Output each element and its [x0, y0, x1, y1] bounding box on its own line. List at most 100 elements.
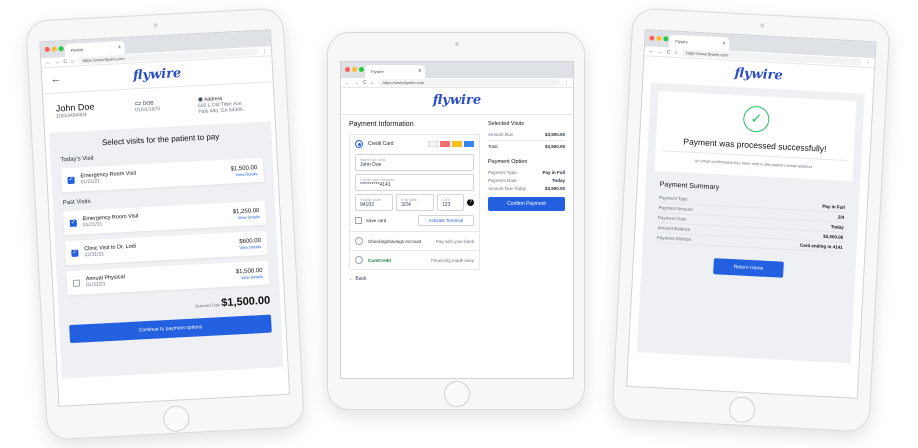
checking-hint: Pay with your bank	[435, 238, 474, 244]
left-tablet: Flywire x ← → C ⌂ https://www.flywire.com…	[25, 7, 305, 441]
credit-card-label: Credit Card	[368, 141, 394, 147]
card-number-field[interactable]: Credit card number **********4141	[355, 174, 474, 191]
reload-icon[interactable]: C	[363, 80, 367, 86]
summary-label: Payment Type	[658, 195, 688, 202]
postal-code-field[interactable]: Postal code 94103	[355, 194, 394, 211]
visits-panel: Select visits for the patient to pay Tod…	[49, 121, 284, 379]
view-details-link[interactable]: View Details	[233, 214, 260, 220]
amex-icon	[463, 141, 474, 147]
card-brands	[427, 141, 474, 147]
browser-tabbar: Flywire x	[341, 62, 573, 78]
reload-icon[interactable]: C	[63, 58, 67, 64]
help-icon[interactable]: ?	[466, 199, 474, 206]
summary-value: Today	[830, 224, 844, 230]
summary-value: 2/4	[837, 214, 845, 220]
confirm-payment-button[interactable]: Confirm Payment	[487, 197, 565, 211]
menu-icon[interactable]: ⋮	[262, 48, 267, 54]
summary-value: $3,500.00	[823, 233, 844, 240]
payment-type-label: Payment Type	[487, 170, 517, 175]
view-details-link[interactable]: View Details	[239, 243, 261, 249]
summary-label: Payment Method	[656, 235, 692, 242]
url-field[interactable]: https://www.flywire.com	[377, 79, 560, 86]
payment-date: Today	[552, 178, 565, 183]
discover-icon	[451, 141, 462, 147]
right-tablet: Flywire x ← → C ⌂ https://www.flywire.com…	[611, 7, 891, 433]
home-button[interactable]	[728, 396, 756, 424]
payment-type: Pay in Full	[542, 170, 565, 175]
visit-checkbox[interactable]: ✓	[67, 176, 75, 184]
return-home-button[interactable]: Return Home	[713, 258, 784, 278]
save-card-label: Save card	[366, 218, 387, 223]
stage: Flywire x ← → C ⌂ https://www.flywire.com…	[0, 0, 918, 448]
name-on-card-field[interactable]: Name on card John Doe	[355, 154, 474, 171]
camera	[455, 42, 459, 46]
success-check-icon: ✓	[742, 105, 770, 133]
visit-checkbox[interactable]: ✓	[69, 219, 77, 227]
continue-button[interactable]: Continue to payment options	[69, 314, 272, 344]
browser-tab[interactable]: Flywire x	[365, 65, 425, 78]
payment-methods: Credit Card Name on card John Doe Credit …	[349, 134, 480, 270]
payment-title: Payment Information	[349, 121, 414, 128]
home-icon[interactable]: ⌂	[71, 58, 74, 64]
visit-checkbox[interactable]	[72, 279, 81, 287]
flywire-logo: flywire	[341, 88, 573, 115]
camera	[760, 23, 765, 28]
visit-card[interactable]: ✓ Emergency Room Visit 01/21/21 $1,250.0…	[63, 200, 267, 236]
selected-total-label: Selected Total	[194, 302, 221, 309]
amount-due: $3,500.00	[544, 132, 565, 137]
cvv-field[interactable]: CVV 123	[437, 194, 464, 211]
view-details-link[interactable]: View Details	[231, 171, 257, 177]
credit-card-radio[interactable]	[355, 140, 363, 148]
checking-radio[interactable]	[355, 237, 363, 245]
forward-nav-icon[interactable]: →	[658, 48, 663, 54]
activate-terminal-button[interactable]: Activate Terminal	[417, 215, 474, 226]
success-panel: ✓ Payment was processed successfully! An…	[636, 82, 865, 364]
address-bar: ← → C ⌂ https://www.flywire.com ⋮	[341, 78, 573, 88]
payment-option-title: Payment Option	[487, 159, 528, 165]
back-nav-icon[interactable]: ←	[345, 80, 350, 86]
forward-nav-icon[interactable]: →	[354, 80, 359, 86]
checking-label: Checking/Savings Account	[368, 238, 422, 244]
visit-checkbox[interactable]: ✓	[71, 249, 79, 257]
selected-visits-title: Selected Visits	[487, 121, 524, 127]
back-nav-icon[interactable]: ←	[649, 48, 654, 54]
home-icon[interactable]: ⌂	[371, 80, 374, 86]
due-today-label: Amount Due Today	[487, 186, 527, 191]
summary-value: Card ending in 4141	[799, 242, 843, 250]
middle-screen: Flywire x ← → C ⌂ https://www.flywire.com…	[340, 61, 574, 379]
due-today: $3,500.00	[544, 186, 565, 191]
home-button[interactable]	[162, 405, 190, 433]
selected-total: $1,500.00	[220, 294, 271, 310]
summary-label: Payment Amount	[658, 205, 693, 212]
reload-icon[interactable]: C	[667, 49, 671, 55]
right-screen: Flywire x ← → C ⌂ https://www.flywire.com…	[626, 29, 877, 399]
summary-label: Payment Date	[657, 215, 687, 222]
exp-date-field[interactable]: Exp date 3/24	[396, 194, 435, 211]
save-card-checkbox[interactable]	[355, 217, 362, 224]
visits-heading: Select visits for the patient to pay	[101, 132, 220, 148]
visa-icon	[427, 141, 438, 147]
carecredit-hint: Financing made easy	[431, 257, 474, 263]
home-icon[interactable]: ⌂	[674, 49, 677, 55]
forward-nav-icon[interactable]: →	[54, 59, 59, 65]
mastercard-icon	[439, 141, 450, 147]
back-nav-icon[interactable]: ←	[45, 59, 50, 65]
home-button[interactable]	[444, 381, 470, 407]
visit-card[interactable]: ✓ Emergency Room Visit 01/21/21 $1,500.0…	[60, 157, 264, 193]
carecredit-radio[interactable]	[355, 256, 363, 264]
left-screen: Flywire x ← → C ⌂ https://www.flywire.com…	[39, 29, 291, 407]
carecredit-logo: CareCredit	[368, 257, 392, 263]
menu-icon[interactable]: ⋮	[865, 59, 870, 65]
total-label: Total	[487, 144, 498, 149]
back-link[interactable]: ← Back	[349, 276, 480, 282]
back-arrow-icon[interactable]: ←	[50, 73, 62, 86]
summary-value: Pay in Full	[822, 203, 845, 210]
visit-card[interactable]: ✓ Clinic Visit to Dr. Lodi 12/31/21 $600…	[64, 230, 268, 266]
view-details-link[interactable]: View Details	[236, 273, 263, 279]
menu-icon[interactable]: ⋮	[564, 80, 569, 86]
visit-card[interactable]: Annual Physical 01/31/21 $1,500.00 View …	[66, 260, 270, 296]
summary-label: Amount Balance	[657, 225, 691, 232]
amount-due-label: Amount Due	[487, 132, 513, 137]
camera	[153, 23, 158, 28]
total-value: $3,500.00	[544, 144, 565, 149]
